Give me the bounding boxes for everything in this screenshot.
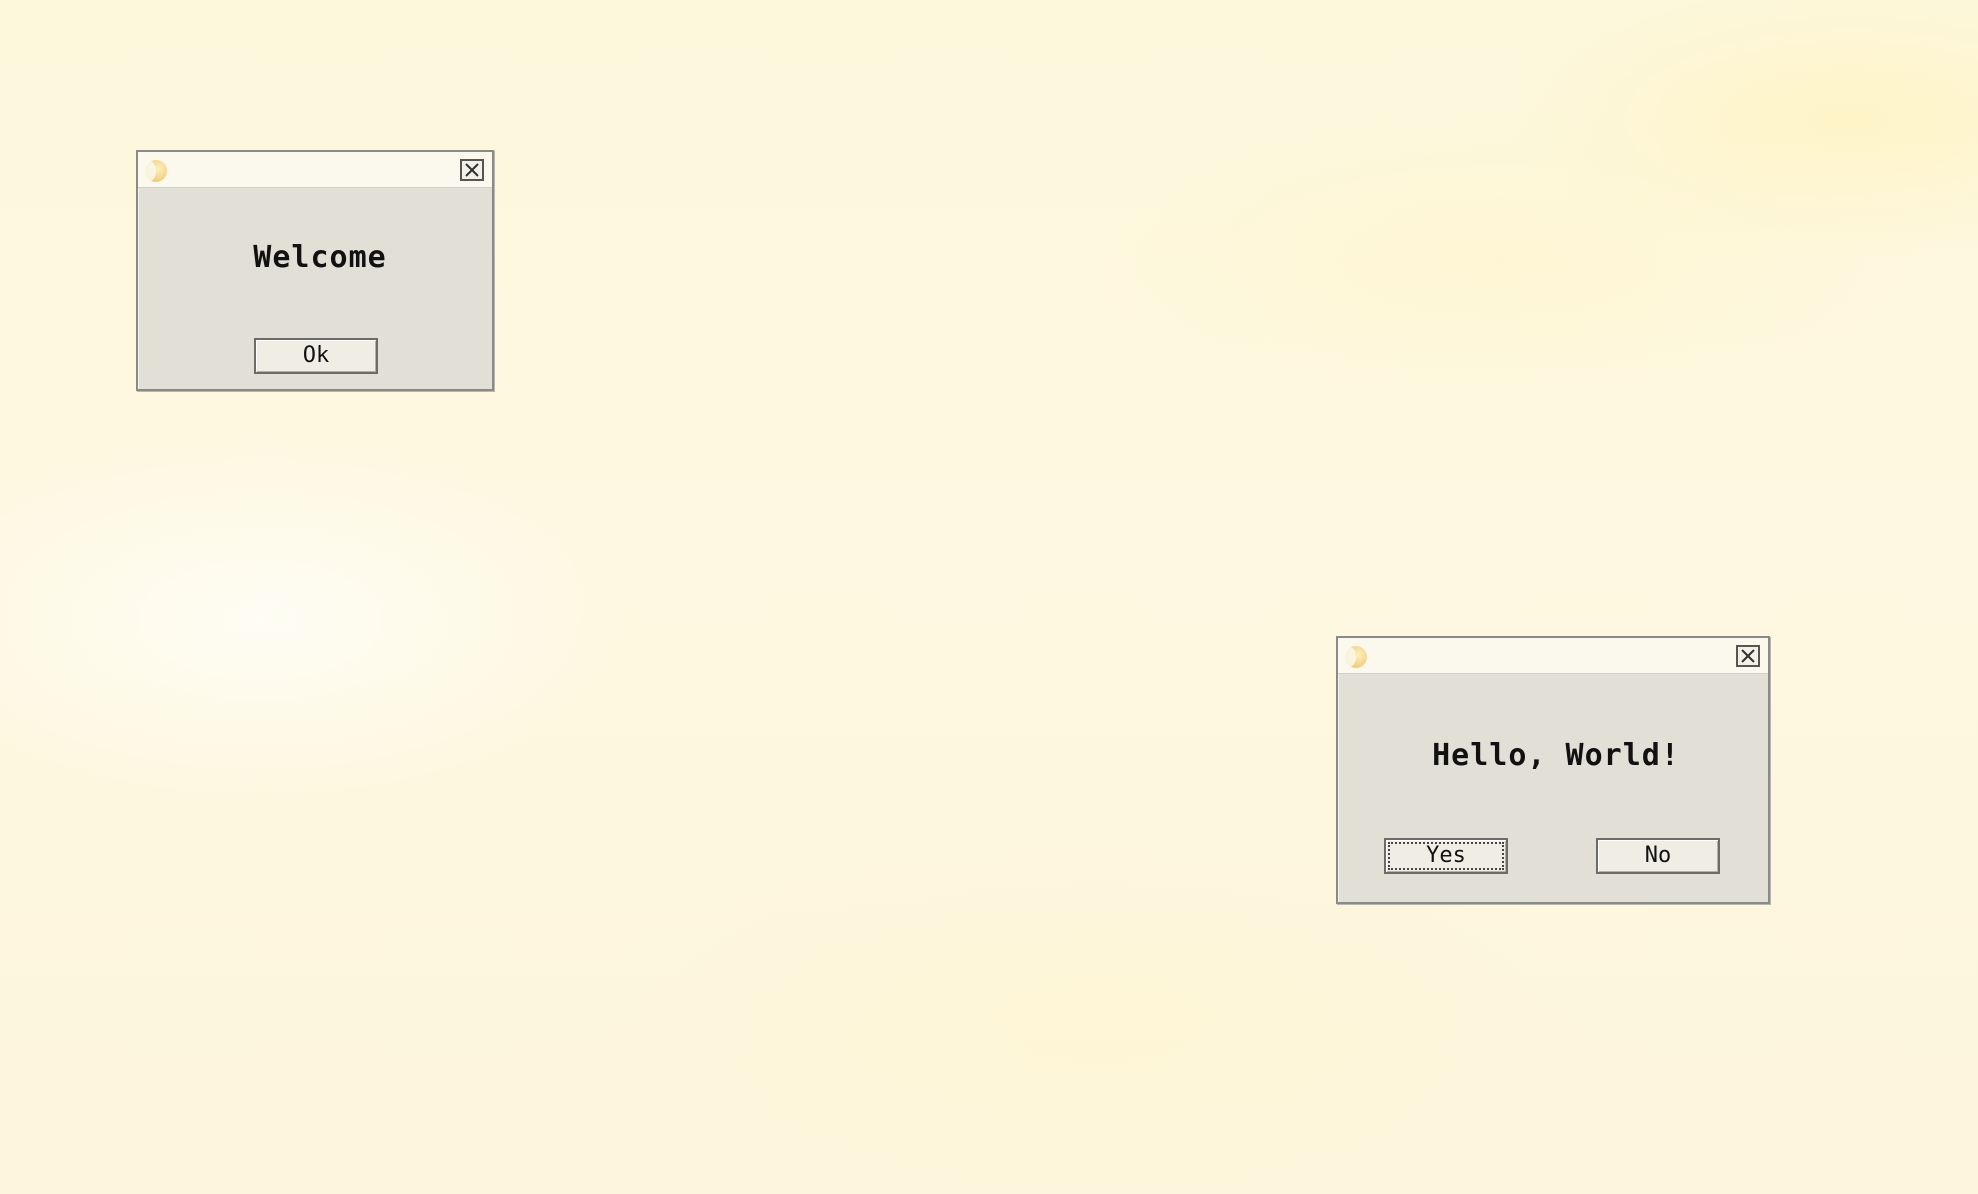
close-icon[interactable] — [460, 159, 484, 181]
app-icon — [143, 160, 167, 182]
hello-world-dialog-titlebar[interactable] — [1338, 638, 1768, 674]
close-icon[interactable] — [1736, 645, 1760, 667]
welcome-dialog: Welcome Ok — [136, 150, 494, 391]
yes-button[interactable]: Yes — [1384, 838, 1508, 874]
welcome-dialog-titlebar[interactable] — [138, 152, 492, 188]
hello-world-message: Hello, World! — [1432, 738, 1680, 773]
ok-button[interactable]: Ok — [254, 338, 378, 374]
desktop-background: Welcome Ok Hello, World! Yes No — [0, 0, 1978, 1194]
app-icon — [1343, 646, 1367, 668]
hello-world-dialog: Hello, World! Yes No — [1336, 636, 1770, 904]
no-button[interactable]: No — [1596, 838, 1720, 874]
welcome-message: Welcome — [253, 240, 387, 275]
